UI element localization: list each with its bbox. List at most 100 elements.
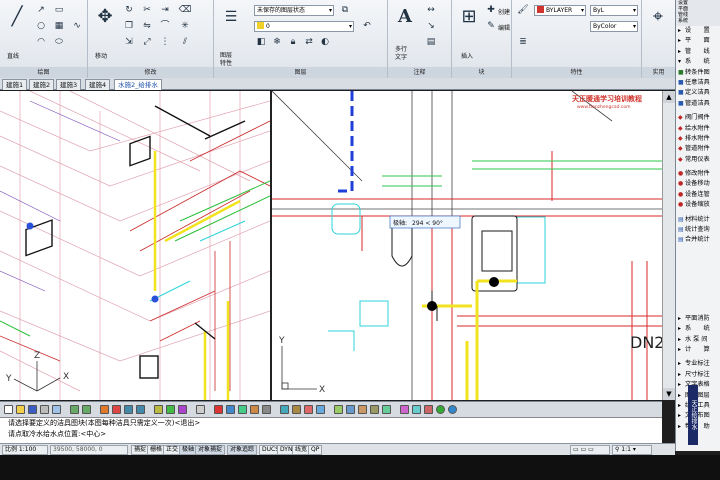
trim-icon[interactable]: ✂: [140, 4, 154, 17]
match-properties-icon[interactable]: 🖌︎: [516, 4, 530, 17]
explode-icon[interactable]: ✳: [178, 20, 192, 33]
sidebar-item-supply-fittings[interactable]: ◆ 给水附件: [676, 124, 720, 134]
create-block-icon[interactable]: ✚: [484, 4, 498, 17]
sidebar-item-plan[interactable]: ▸ 平 面: [676, 36, 720, 46]
layer-match-icon[interactable]: ⇄: [302, 36, 316, 49]
room-icon[interactable]: [262, 405, 271, 414]
fillet-icon[interactable]: ⌒: [158, 20, 172, 33]
layer-iso-icon[interactable]: ◧: [254, 36, 268, 49]
sidebar-item-library[interactable]: ▸图库图层: [676, 391, 720, 401]
symbol-icon[interactable]: [304, 405, 313, 414]
sidebar-item-define-fixture[interactable]: ■定义洁具: [676, 88, 720, 98]
block-tool-icon[interactable]: [400, 405, 409, 414]
leader-icon[interactable]: ↘: [424, 20, 438, 33]
layer-lock-icon[interactable]: 🔒︎: [286, 36, 300, 49]
tab-4[interactable]: 水施2_给排水: [114, 79, 162, 90]
tab-3[interactable]: 建施4: [85, 79, 111, 90]
ellipse-icon[interactable]: ⬭: [52, 36, 66, 49]
move-tool-button[interactable]: ✥: [92, 4, 118, 34]
polyline-icon[interactable]: ↗: [34, 4, 48, 17]
zoom-icon[interactable]: [112, 405, 121, 414]
layer-off-tool-icon[interactable]: [358, 405, 367, 414]
sidebar-item-stats-query[interactable]: ▤统计查询: [676, 225, 720, 235]
otrack-toggle[interactable]: 对象追踪: [227, 445, 258, 455]
sidebar-item-draw-tools[interactable]: ▸绘图工具: [676, 401, 720, 411]
rotate-icon[interactable]: ↻: [122, 4, 136, 17]
text-tool-icon[interactable]: [292, 405, 301, 414]
sidebar-item-dim[interactable]: ▸ 尺寸标注: [676, 370, 720, 380]
sidebar-item-scale-equipment[interactable]: ● 设备缩放: [676, 200, 720, 210]
sidebar-item-layout[interactable]: ▸文件布图: [676, 411, 720, 421]
globe-icon[interactable]: [448, 405, 457, 414]
sidebar-item-prof-label[interactable]: ▸ 专业标注: [676, 359, 720, 369]
viewport-3d-system[interactable]: Z Y X: [0, 91, 270, 400]
save-icon[interactable]: [28, 405, 37, 414]
scale-icon[interactable]: ⤢: [140, 36, 154, 49]
list-icon[interactable]: ≣: [516, 36, 530, 49]
sidebar-item-pipe-fittings[interactable]: ◆ 管道附件: [676, 144, 720, 154]
sidebar-item-system2[interactable]: ▸ 系 统: [676, 324, 720, 334]
print-icon[interactable]: [40, 405, 49, 414]
extend-icon[interactable]: ⇥: [158, 4, 172, 17]
layer-prev-icon[interactable]: ↶: [360, 20, 374, 33]
command-line[interactable]: 请选择要定义的洁具图块(本图每种洁具只需定义一次)<退出> 请点取冷水给水点位置…: [0, 417, 662, 443]
sidebar-item-drain-fittings[interactable]: ◆ 排水附件: [676, 134, 720, 144]
sidebar-item-meters[interactable]: ◆ 常用仪表: [676, 155, 720, 165]
sidebar-item-system[interactable]: ▾ 系 统: [676, 57, 720, 67]
redo-icon[interactable]: [82, 405, 91, 414]
linetype-combo[interactable]: ByL: [590, 5, 638, 16]
properties-icon[interactable]: [154, 405, 163, 414]
viewport-plan[interactable]: 极轴: 294 < 90° DN2 天正暖通学习培训教程 www.tianzhe…: [270, 91, 662, 400]
layer-all-icon[interactable]: [382, 405, 391, 414]
table-icon[interactable]: ▤: [424, 36, 438, 49]
calc-icon[interactable]: [196, 405, 205, 414]
tab-0[interactable]: 建施1: [2, 79, 28, 90]
color-combo[interactable]: BYLAYER: [534, 5, 586, 16]
scroll-down-icon[interactable]: ▼: [663, 388, 675, 400]
layer-off-icon[interactable]: ◐: [318, 36, 332, 49]
design-center-icon[interactable]: [166, 405, 175, 414]
sidebar-item-modify-fittings[interactable]: ● 修改附件: [676, 169, 720, 179]
render-icon[interactable]: [424, 405, 433, 414]
layer-properties-button[interactable]: ☰: [218, 4, 244, 34]
tab-2[interactable]: 建施3: [56, 79, 82, 90]
tab-1[interactable]: 建施2: [29, 79, 55, 90]
undo-icon[interactable]: [70, 405, 79, 414]
qp-toggle[interactable]: QP: [308, 445, 323, 455]
zoom-prev-icon[interactable]: [136, 405, 145, 414]
palette-icon[interactable]: [178, 405, 187, 414]
layer-combo[interactable]: 0: [254, 21, 354, 32]
layer-freeze-icon[interactable]: ❄: [270, 36, 284, 49]
hatch-icon[interactable]: ▦: [52, 20, 66, 33]
orbit-icon[interactable]: [436, 405, 445, 414]
edit-block-icon[interactable]: ✎: [484, 20, 498, 33]
multiline-text-button[interactable]: A: [392, 4, 418, 34]
sidebar-item-convert[interactable]: ■转条件图: [676, 68, 720, 78]
rectangle-icon[interactable]: ▭: [52, 4, 66, 17]
zoom-window-icon[interactable]: [124, 405, 133, 414]
layer-state-icon[interactable]: ⧉: [338, 4, 352, 17]
osnap-toggle[interactable]: 对象捕捉: [195, 445, 226, 455]
preview-icon[interactable]: [52, 405, 61, 414]
model-space-icon[interactable]: ▭ ▭ ▭: [570, 445, 610, 455]
copy-icon[interactable]: ❐: [122, 20, 136, 33]
mirror-icon[interactable]: ⇋: [140, 20, 154, 33]
layer-lock-tool-icon[interactable]: [370, 405, 379, 414]
view-icon[interactable]: [334, 405, 343, 414]
window-icon[interactable]: [238, 405, 247, 414]
sidebar-item-text-table[interactable]: ▸文字表格: [676, 380, 720, 390]
sidebar-item-pipes[interactable]: ▸ 管 线: [676, 47, 720, 57]
sidebar-item-fire[interactable]: ▸ 平面消防: [676, 314, 720, 324]
layer-tool-icon[interactable]: [346, 405, 355, 414]
annotation-scale-icon[interactable]: ⚲ 1:1 ▾: [612, 445, 652, 455]
sidebar-item-move-equipment[interactable]: ● 设备移动: [676, 179, 720, 189]
pan-icon[interactable]: [100, 405, 109, 414]
new-icon[interactable]: [4, 405, 13, 414]
layer-state-combo[interactable]: 未保存的图层状态: [254, 5, 334, 16]
scroll-up-icon[interactable]: ▲: [663, 91, 675, 103]
open-icon[interactable]: [16, 405, 25, 414]
section-icon[interactable]: [316, 405, 325, 414]
door-icon[interactable]: [226, 405, 235, 414]
circle-icon[interactable]: ○: [34, 20, 48, 33]
lineweight-combo[interactable]: ByColor: [590, 21, 638, 32]
